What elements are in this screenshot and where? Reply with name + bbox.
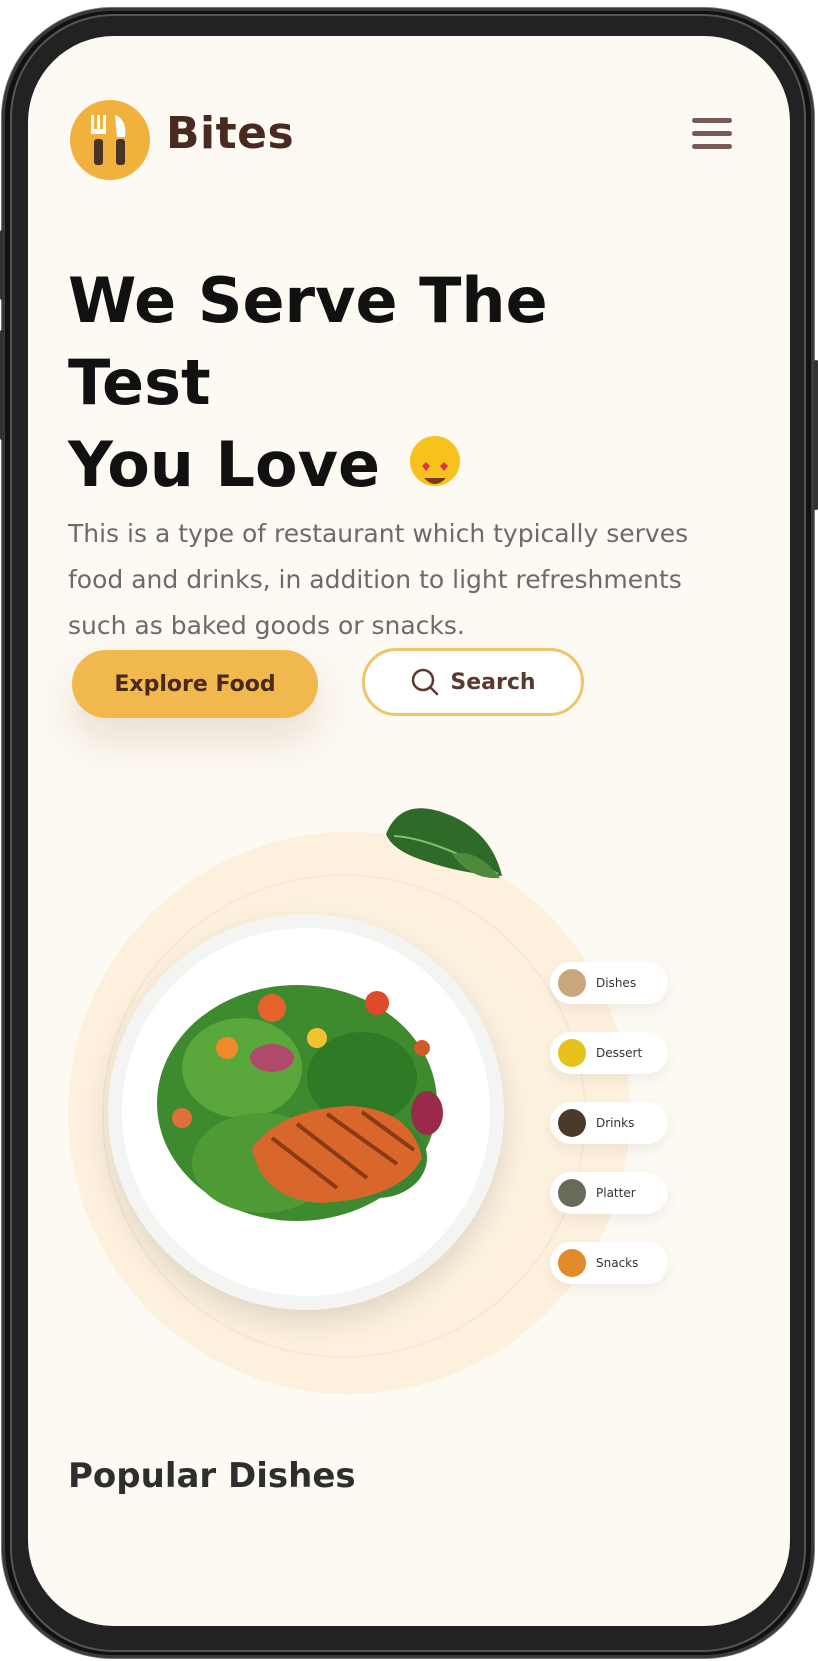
platter-icon (558, 1179, 586, 1207)
search-button-label: Search (450, 669, 536, 695)
popular-dishes-heading: Popular Dishes (68, 1456, 356, 1496)
leaf-garnish-image (386, 808, 502, 879)
category-pill-snacks[interactable]: Snacks (550, 1242, 668, 1284)
category-pill-drinks[interactable]: Drinks (550, 1102, 668, 1144)
hero-title: We Serve The Test You Love (68, 260, 708, 506)
heart-eyes-emoji-icon (409, 435, 460, 486)
snacks-icon (558, 1249, 586, 1277)
category-label: Platter (596, 1186, 636, 1200)
salmon-salad-plate-image (108, 914, 504, 1310)
hamburger-menu-icon[interactable] (692, 118, 732, 154)
explore-food-button[interactable]: Explore Food (72, 650, 318, 718)
phone-side-button (0, 330, 4, 440)
category-pill-platter[interactable]: Platter (550, 1172, 668, 1214)
phone-side-button (814, 360, 818, 510)
search-icon (412, 668, 439, 696)
dishes-icon (558, 969, 586, 997)
phone-side-button (0, 230, 4, 300)
category-label: Snacks (596, 1256, 639, 1270)
drinks-icon (558, 1109, 586, 1137)
hero-description: This is a type of restaurant which typic… (68, 519, 689, 640)
logo[interactable] (70, 100, 150, 180)
fork-knife-icon (91, 115, 126, 165)
app-screen: Bites We Serve The Test You Love This is… (28, 36, 790, 1626)
hero-title-line1: We Serve The Test (68, 264, 548, 419)
category-pill-dessert[interactable]: Dessert (550, 1032, 668, 1074)
category-label: Drinks (596, 1116, 635, 1130)
hero-title-line2: You Love (68, 428, 381, 501)
category-label: Dishes (596, 976, 637, 990)
category-pill-dishes[interactable]: Dishes (550, 962, 668, 1004)
brand-name[interactable]: Bites (166, 108, 294, 159)
dessert-icon (558, 1039, 586, 1067)
category-label: Dessert (596, 1046, 643, 1060)
search-button[interactable]: Search (362, 648, 584, 716)
